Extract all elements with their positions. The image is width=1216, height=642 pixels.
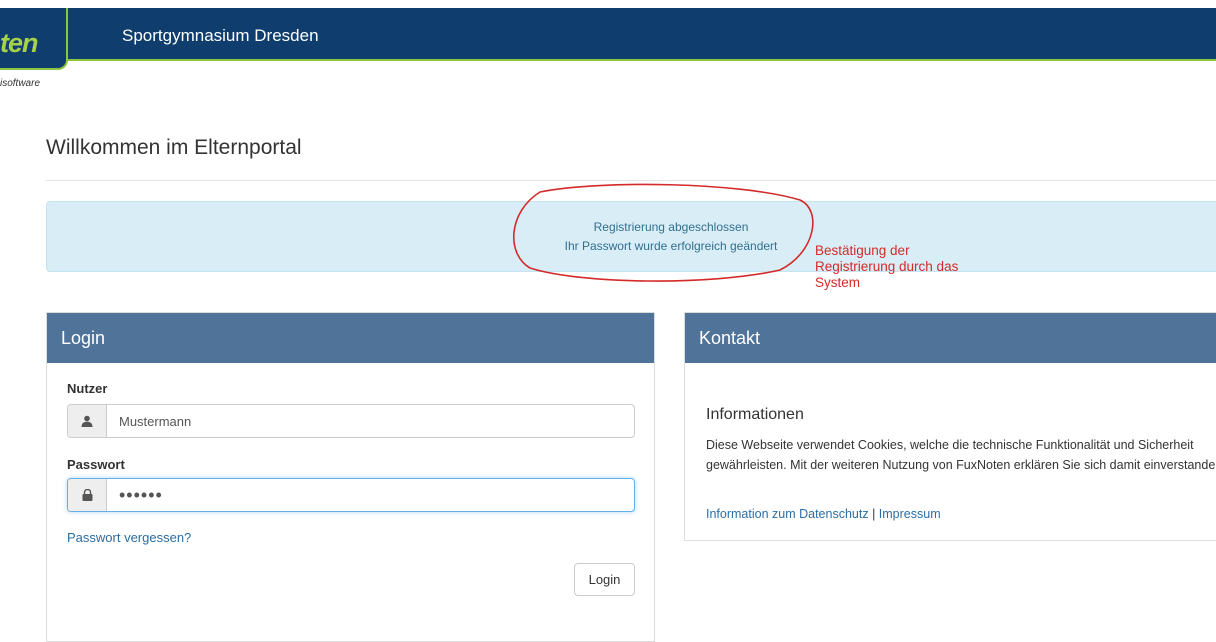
contact-panel-title: Kontakt — [685, 313, 1216, 363]
user-icon — [68, 405, 107, 437]
imprint-link[interactable]: Impressum — [879, 507, 941, 521]
info-heading: Informationen — [706, 406, 804, 423]
footer-links: Information zum Datenschutz | Impressum — [706, 507, 941, 521]
link-separator: | — [872, 507, 876, 521]
page-title: Willkommen im Elternportal — [46, 136, 302, 159]
login-button[interactable]: Login — [574, 563, 635, 596]
school-name[interactable]: Sportgymnasium Dresden — [122, 26, 319, 46]
registration-alert: Registrierung abgeschlossen Ihr Passwort… — [46, 201, 1216, 272]
password-label: Passwort — [67, 457, 125, 472]
annotation-note: Bestätigung der Registrierung durch das … — [815, 243, 959, 290]
forgot-password-link[interactable]: Passwort vergessen? — [67, 530, 191, 545]
user-label: Nutzer — [67, 381, 108, 396]
alert-line-password: Ihr Passwort wurde erfolgreich geändert — [564, 239, 778, 253]
user-input-group — [67, 404, 635, 438]
lock-icon — [68, 479, 107, 511]
contact-panel: Kontakt Informationen Diese Webseite ver… — [684, 312, 1216, 541]
username-input[interactable] — [107, 405, 634, 437]
cookie-notice: Diese Webseite verwendet Cookies, welche… — [706, 438, 1216, 472]
privacy-link[interactable]: Information zum Datenschutz — [706, 507, 869, 521]
alert-line-registration: Registrierung abgeschlossen — [593, 220, 749, 234]
logo[interactable]: ten — [0, 28, 38, 59]
password-input-group — [67, 478, 635, 512]
password-input[interactable] — [107, 479, 634, 511]
login-panel: Login Nutzer Passwort Passwort vergessen… — [46, 312, 655, 642]
login-panel-title: Login — [47, 313, 654, 363]
logo-subtitle: isoftware — [0, 78, 41, 89]
divider — [46, 180, 1216, 181]
